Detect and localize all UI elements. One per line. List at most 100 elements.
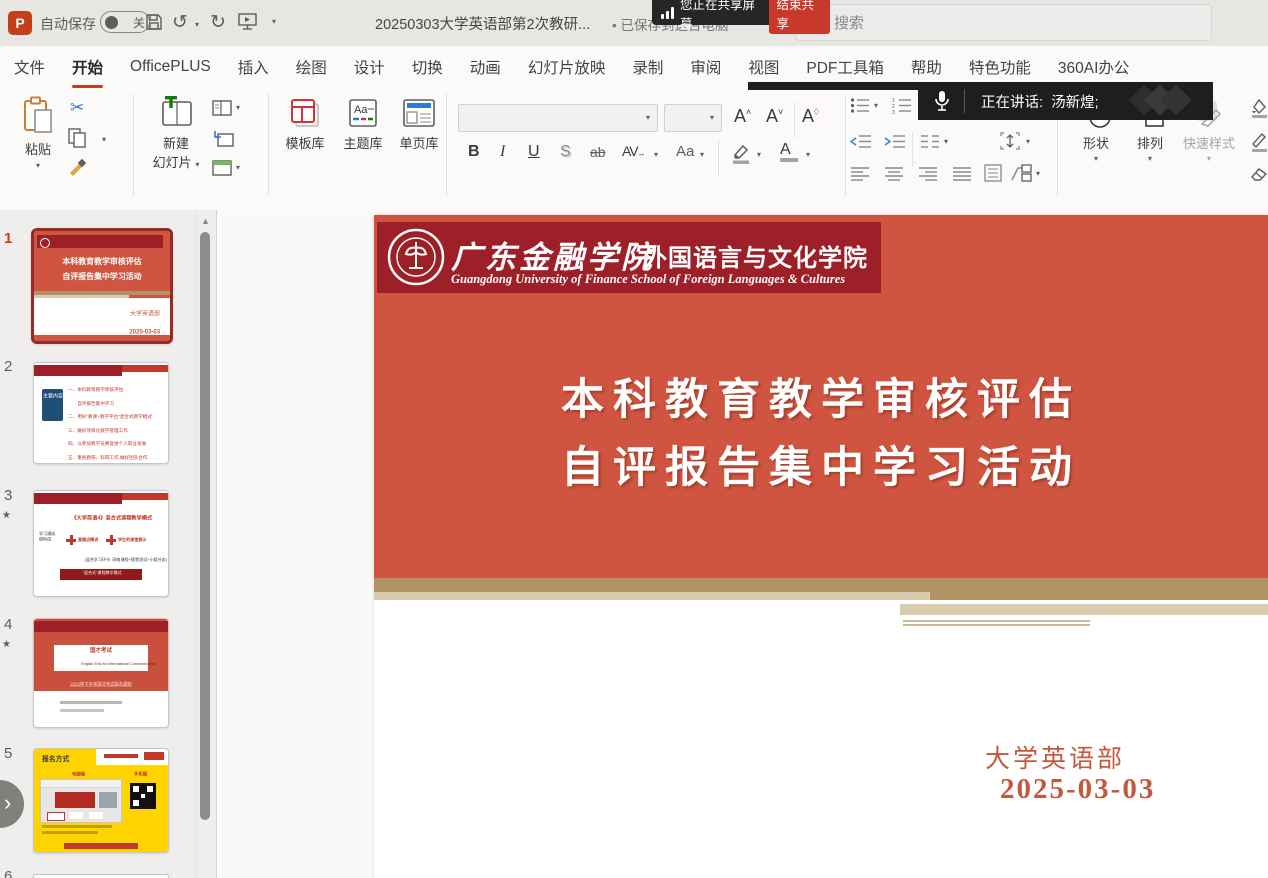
search-box[interactable]: 搜索	[795, 4, 1212, 41]
cut-button[interactable]: ✂	[70, 98, 84, 118]
highlight-dropdown-icon[interactable]: ▾	[757, 151, 761, 159]
scroll-up-arrow-icon[interactable]: ▲	[201, 216, 210, 226]
character-spacing-dropdown-icon[interactable]: ▾	[654, 151, 658, 159]
bold-button[interactable]: B	[468, 144, 480, 160]
align-center-button[interactable]	[884, 166, 904, 186]
clear-formatting-button[interactable]: A◊	[802, 107, 819, 125]
bullets-dropdown-icon[interactable]: ▾	[874, 102, 878, 110]
reset-slide-button[interactable]	[214, 130, 234, 153]
tab-360ai[interactable]: 360AI办公	[1056, 54, 1132, 80]
shrink-font-button[interactable]: A˅	[766, 107, 783, 125]
theme-library-button[interactable]: Aa 主题库	[336, 98, 390, 152]
highlight-color-button[interactable]	[730, 142, 752, 169]
copy-dropdown-icon[interactable]: ▾	[102, 136, 106, 144]
increase-indent-button[interactable]	[884, 134, 906, 154]
copy-button[interactable]	[68, 128, 86, 153]
section-button[interactable]: ▾	[212, 160, 240, 176]
thumb2-box: 主要内容	[42, 393, 63, 400]
tab-record[interactable]: 录制	[630, 54, 665, 80]
slide-thumbnail-3[interactable]: 《大学英语4》混合式课程教学模式 学习通成绩构成 直播点精讲 学生的课堂展示 (…	[33, 490, 169, 597]
format-painter-button[interactable]	[68, 158, 88, 183]
change-case-button[interactable]: Aa	[676, 144, 694, 159]
slide-number-6: 6	[4, 868, 12, 878]
tab-help[interactable]: 帮助	[909, 54, 944, 80]
tab-design[interactable]: 设计	[352, 54, 387, 80]
tab-special-features[interactable]: 特色功能	[967, 54, 1033, 80]
slide-title-line1[interactable]: 本科教育教学审核评估	[374, 365, 1268, 427]
tab-file[interactable]: 文件	[12, 54, 47, 80]
thumb5-qr-code	[130, 783, 156, 809]
tab-animations[interactable]: 动画	[468, 54, 503, 80]
new-slide-label-2: 幻灯片 ▾	[146, 152, 206, 171]
smartart-button[interactable]	[1010, 164, 1032, 187]
shape-fill-button[interactable]	[1250, 98, 1268, 123]
start-slideshow-button[interactable]	[238, 13, 257, 35]
justify-button[interactable]	[952, 166, 972, 186]
columns-button[interactable]	[984, 164, 1002, 187]
bullets-button[interactable]	[850, 97, 870, 119]
scrollbar-thumb[interactable]	[200, 232, 210, 820]
editing-canvas: 广东金融学院 外国语言与文化学院 Guangdong University of…	[217, 210, 1268, 878]
layout-dropdown-icon: ▾	[236, 104, 240, 112]
align-right-button[interactable]	[918, 166, 938, 186]
template-library-button[interactable]: 模板库	[278, 98, 332, 152]
tab-transitions[interactable]: 切换	[410, 54, 445, 80]
font-color-button[interactable]: A	[780, 142, 798, 162]
redo-button[interactable]: ↻	[210, 11, 226, 34]
end-share-button[interactable]: 结束共享	[769, 0, 830, 34]
slide-department[interactable]: 大学英语部	[985, 739, 1125, 775]
slide-thumbnail-6[interactable]	[33, 874, 169, 878]
line-spacing-dropdown-icon[interactable]: ▾	[944, 138, 948, 146]
search-placeholder: 搜索	[834, 12, 864, 33]
font-name-select[interactable]: ▾	[458, 104, 658, 132]
undo-button[interactable]: ↺	[172, 11, 188, 34]
university-banner[interactable]: 广东金融学院 外国语言与文化学院 Guangdong University of…	[377, 222, 881, 293]
numbering-button[interactable]: 123	[892, 97, 912, 119]
tab-draw[interactable]: 绘图	[294, 54, 329, 80]
thumb5-pc-label: 电脑端	[72, 771, 85, 777]
tab-slideshow[interactable]: 幻灯片放映	[526, 54, 608, 80]
slide-layout-button[interactable]: ▾	[212, 100, 240, 116]
tab-pdf-toolbox[interactable]: PDF工具箱	[804, 54, 886, 80]
slide-thumbnail-2[interactable]: 主要内容 一、本科教育教学审核评估 自评报告集中学习 二、用好“慕课+教学平台”…	[33, 362, 169, 464]
tab-officeplus[interactable]: OfficePLUS	[128, 56, 213, 78]
underline-button[interactable]: U	[528, 144, 540, 160]
text-direction-button[interactable]	[1000, 132, 1020, 155]
character-spacing-button[interactable]: AV↔	[622, 144, 645, 158]
slide-date[interactable]: 2025-03-03	[1000, 773, 1155, 806]
new-slide-button[interactable]: 新建 幻灯片 ▾	[146, 96, 206, 171]
save-button[interactable]	[144, 12, 164, 37]
university-seal-icon	[387, 228, 445, 286]
strikethrough-button[interactable]: ab	[590, 145, 606, 159]
line-spacing-button[interactable]	[920, 134, 940, 154]
align-left-button[interactable]	[850, 166, 870, 186]
change-case-dropdown-icon[interactable]: ▾	[700, 151, 704, 159]
font-color-dropdown-icon[interactable]: ▾	[806, 151, 810, 159]
slide-thumbnail-5[interactable]: 报名方式 电脑端 手机端	[33, 748, 169, 853]
single-page-library-button[interactable]: 单页库	[392, 98, 446, 152]
slide-number-1: 1	[4, 230, 12, 247]
text-direction-dropdown-icon[interactable]: ▾	[1026, 138, 1030, 146]
smartart-dropdown-icon[interactable]: ▾	[1036, 170, 1040, 178]
slide-thumbnail-1[interactable]: 本科教育教学审核评估 自评报告集中学习活动 大学英语部 2025-03-03	[31, 228, 173, 344]
tab-insert[interactable]: 插入	[236, 54, 271, 80]
slide-canvas[interactable]: 广东金融学院 外国语言与文化学院 Guangdong University of…	[374, 215, 1268, 878]
panel-collapse-handle[interactable]: ›	[0, 780, 24, 828]
undo-dropdown-icon[interactable]: ▾	[195, 21, 199, 29]
slide-thumbnail-4[interactable]: 国才考试 English Test for International Comm…	[33, 618, 169, 728]
decrease-indent-button[interactable]	[850, 134, 872, 154]
shape-outline-button[interactable]	[1250, 132, 1268, 157]
quick-access-dropdown-icon[interactable]: ▾	[272, 18, 276, 26]
eraser-button[interactable]	[1250, 166, 1268, 187]
paste-button[interactable]: 粘贴 ▾	[16, 96, 60, 170]
tab-view[interactable]: 视图	[746, 54, 781, 80]
grow-font-button[interactable]: A˄	[734, 107, 751, 125]
font-size-select[interactable]: ▾	[664, 104, 722, 132]
tab-review[interactable]: 审阅	[688, 54, 723, 80]
text-shadow-button[interactable]: S	[560, 144, 571, 160]
autosave-toggle[interactable]: 关	[100, 11, 150, 33]
slide-title-line2[interactable]: 自评报告集中学习活动	[374, 433, 1268, 495]
arrange-dropdown-icon: ▾	[1128, 155, 1172, 163]
tab-home[interactable]: 开始	[70, 54, 105, 80]
italic-button[interactable]: I	[500, 144, 505, 160]
